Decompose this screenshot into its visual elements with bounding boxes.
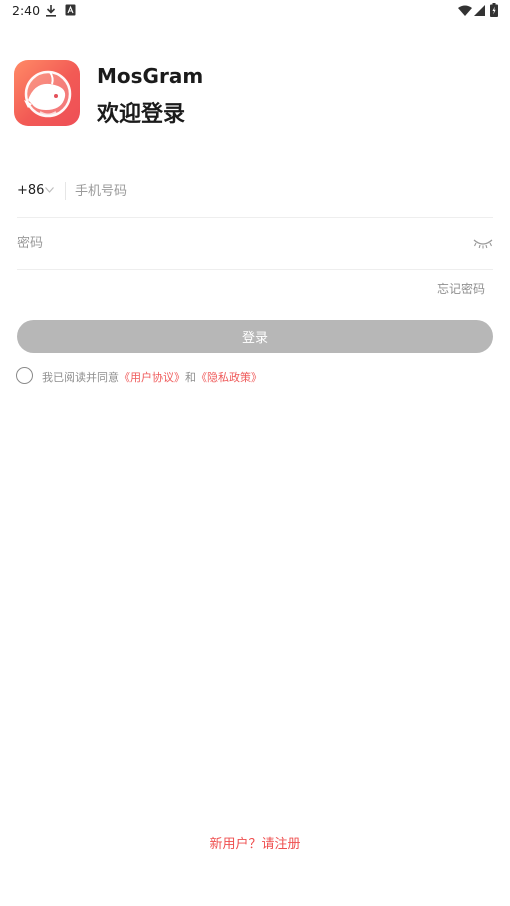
app-name: MosGram: [97, 64, 204, 88]
download-icon: [46, 5, 56, 17]
wifi-icon: [458, 5, 472, 16]
status-time: 2:40: [12, 3, 41, 18]
phone-divider: [65, 182, 66, 200]
agreement-prefix: 我已阅读并同意: [42, 371, 119, 384]
chevron-down-icon[interactable]: [45, 187, 54, 193]
agreement-text: 我已阅读并同意《用户协议》和《隐私政策》: [42, 369, 262, 385]
signal-icon: [474, 5, 485, 16]
app-logo: [14, 60, 80, 126]
privacy-policy-link[interactable]: 《隐私政策》: [196, 371, 262, 384]
keyboard-a-icon: [65, 4, 76, 16]
whale-logo-icon: [24, 70, 72, 118]
phone-input[interactable]: [75, 178, 485, 204]
user-agreement-link[interactable]: 《用户协议》: [119, 371, 185, 384]
agreement-checkbox[interactable]: [16, 367, 33, 384]
register-prompt: 新用户？请注册: [0, 833, 510, 852]
password-input[interactable]: [17, 230, 457, 256]
welcome-title: 欢迎登录: [97, 102, 186, 127]
country-code-selector[interactable]: +86: [17, 183, 44, 198]
phone-underline: [17, 217, 493, 218]
forgot-password-link[interactable]: 忘记密码: [437, 280, 485, 297]
login-button[interactable]: 登录: [17, 320, 493, 353]
password-underline: [17, 269, 493, 270]
agreement-and: 和: [185, 371, 196, 384]
eye-closed-icon[interactable]: [472, 236, 494, 250]
register-link[interactable]: 请注册: [262, 837, 301, 852]
register-prefix[interactable]: 新用户？: [209, 837, 261, 852]
battery-charging-icon: [490, 3, 498, 17]
status-bar: 2:40: [0, 0, 510, 22]
